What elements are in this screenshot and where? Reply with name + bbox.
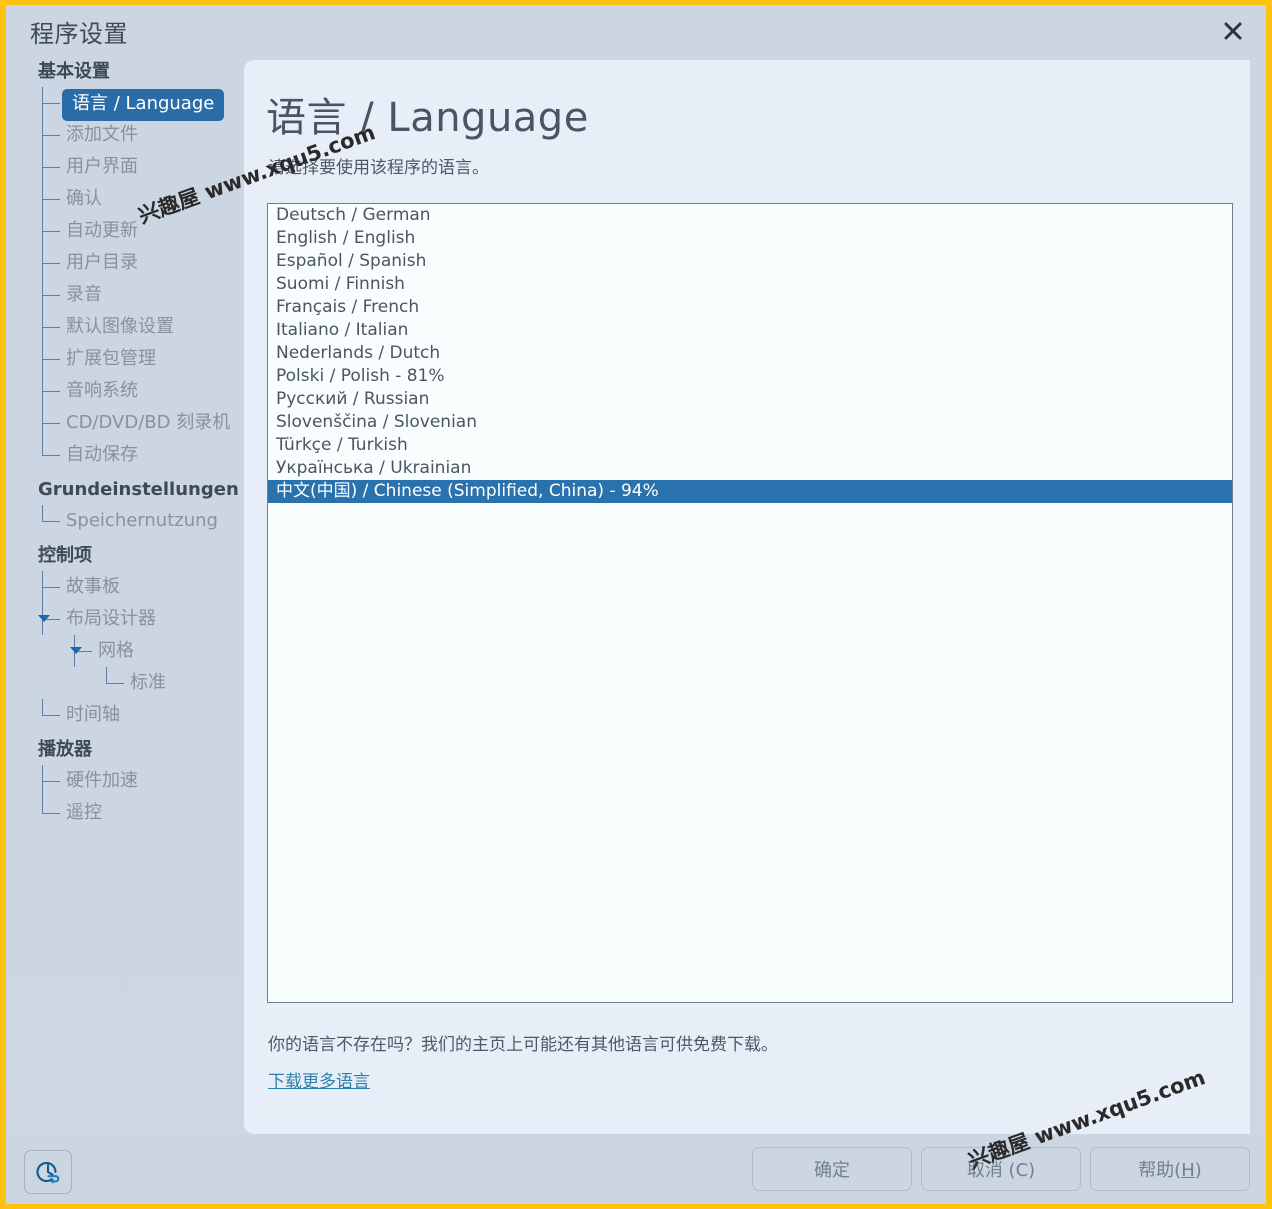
sidebar-item-label: 布局设计器 [66,608,156,629]
dialog-button-bar: 确定 取消 (C) 帮助(H) [6,1134,1266,1204]
sidebar-item[interactable]: 遥控 [38,797,244,829]
sidebar-group-title: Grundeinstellungen [38,479,239,500]
help-button-label: 帮助(H) [1138,1160,1202,1181]
download-more-languages-link[interactable]: 下载更多语言 [268,1067,370,1092]
sidebar-item-label: 硬件加速 [66,770,138,791]
sidebar-item[interactable]: 扩展包管理 [38,343,244,375]
ok-button[interactable]: 确定 [752,1147,912,1191]
tree-connector [38,311,68,343]
tree-connector [38,183,68,215]
chevron-down-icon[interactable] [70,647,82,654]
sidebar-item[interactable]: 时间轴 [38,699,244,731]
sidebar-item-label: 音响系统 [66,380,138,401]
tree-connector [38,765,68,797]
sidebar-item[interactable]: 硬件加速 [38,765,244,797]
sidebar-item-label: 录音 [66,284,102,305]
sidebar-item-label: 默认图像设置 [66,316,174,337]
language-list-item[interactable]: Español / Spanish [268,250,1232,273]
title-bar: 程序设置 [6,5,1266,55]
close-icon [1224,22,1242,40]
page-subtitle: 请选择要使用该程序的语言。 [268,158,489,178]
sidebar-item-label: 网格 [98,640,134,661]
language-list-item[interactable]: Polski / Polish - 81% [268,365,1232,388]
tree-connector [38,343,68,375]
sidebar-item[interactable]: CD/DVD/BD 刻录机 [38,407,244,439]
tree-connector [38,151,68,183]
sidebar-group-title: 控制项 [38,545,92,566]
page-title: 语言 / Language [266,95,589,141]
tree-connector [38,699,68,731]
sidebar-group-title: 播放器 [38,739,92,760]
tree-connector [38,375,68,407]
settings-dialog-window: 程序设置 基本设置语言 / Language 添加文件用户界面确认自动更新用户目录… [6,5,1266,1204]
sidebar-item-label: 故事板 [66,576,120,597]
language-list-item[interactable]: Українська / Ukrainian [268,457,1232,480]
sidebar-item[interactable]: 用户界面 [38,151,244,183]
restore-defaults-button[interactable] [24,1150,72,1194]
language-list-item[interactable]: Français / French [268,296,1232,319]
tree-connector [38,797,68,829]
sidebar-item[interactable]: 默认图像设置 [38,311,244,343]
sidebar-item[interactable]: 添加文件 [38,119,244,151]
language-list-item[interactable]: Türkçe / Turkish [268,434,1232,457]
tree-connector [38,247,68,279]
sidebar-item-label: 语言 / Language [62,89,225,121]
sidebar-item[interactable]: 确认 [38,183,244,215]
language-list-item[interactable]: English / English [268,227,1232,250]
footer-note: 你的语言不存在吗？我们的主页上可能还有其他语言可供免费下载。 [268,1035,778,1055]
tree-connector [38,215,68,247]
sidebar-item[interactable]: 录音 [38,279,244,311]
language-list-item[interactable]: Русский / Russian [268,388,1232,411]
sidebar-item-label: 确认 [66,188,102,209]
language-list-item[interactable]: Deutsch / German [268,204,1232,227]
language-list-item[interactable]: Italiano / Italian [268,319,1232,342]
tree-connector [102,667,132,699]
tree-connector [38,407,68,439]
settings-main-panel: 语言 / Language 请选择要使用该程序的语言。 Deutsch / Ge… [244,60,1250,1134]
language-listbox[interactable]: Deutsch / German English / English Español… [267,203,1233,1003]
sidebar-item-label: 用户目录 [66,252,138,273]
sidebar-item-label: 添加文件 [66,124,138,145]
sidebar-item-label: 标准 [130,672,166,693]
sidebar-item[interactable]: 用户目录 [38,247,244,279]
tree-connector [38,571,68,603]
tree-connector [38,119,68,151]
sidebar-item-label: 扩展包管理 [66,348,156,369]
sidebar-item[interactable]: 布局设计器 [38,603,244,635]
language-list-item[interactable]: Slovenščina / Slovenian [268,411,1232,434]
tree-connector [38,505,68,537]
window-title: 程序设置 [30,20,128,48]
sidebar-item-label: 自动更新 [66,220,138,241]
language-list-item[interactable]: 中文(中国) / Chinese (Simplified, China) - 9… [268,480,1232,503]
sidebar-item-label: 时间轴 [66,704,120,725]
language-list-item[interactable]: Nederlands / Dutch [268,342,1232,365]
sidebar-group-title: 基本设置 [38,61,110,82]
tree-connector [38,439,68,471]
close-button[interactable] [1213,13,1253,49]
sidebar-item-label: Speichernutzung [66,510,218,531]
sidebar-item[interactable]: 音响系统 [38,375,244,407]
sidebar-item-label: CD/DVD/BD 刻录机 [66,412,231,433]
restore-defaults-icon [36,1161,60,1184]
sidebar-item-label: 用户界面 [66,156,138,177]
language-list-item[interactable]: Suomi / Finnish [268,273,1232,296]
sidebar-item[interactable]: Speichernutzung [38,505,244,537]
chevron-down-icon[interactable] [38,615,50,622]
help-button[interactable]: 帮助(H) [1090,1147,1250,1191]
sidebar-item[interactable]: 故事板 [38,571,244,603]
sidebar-item[interactable]: 自动更新 [38,215,244,247]
sidebar-item[interactable]: 标准 [38,667,244,699]
cancel-button[interactable]: 取消 (C) [921,1147,1081,1191]
ok-button-label: 确定 [814,1160,850,1181]
sidebar-item-label: 遥控 [66,802,102,823]
sidebar-item[interactable]: 网格 [38,635,244,667]
settings-sidebar[interactable]: 基本设置语言 / Language 添加文件用户界面确认自动更新用户目录录音默认图… [6,57,244,1117]
cancel-button-label: 取消 (C) [966,1160,1036,1181]
sidebar-item-label: 自动保存 [66,444,138,465]
sidebar-item[interactable]: 语言 / Language [38,87,244,121]
sidebar-item[interactable]: 自动保存 [38,439,244,471]
tree-connector [38,279,68,311]
